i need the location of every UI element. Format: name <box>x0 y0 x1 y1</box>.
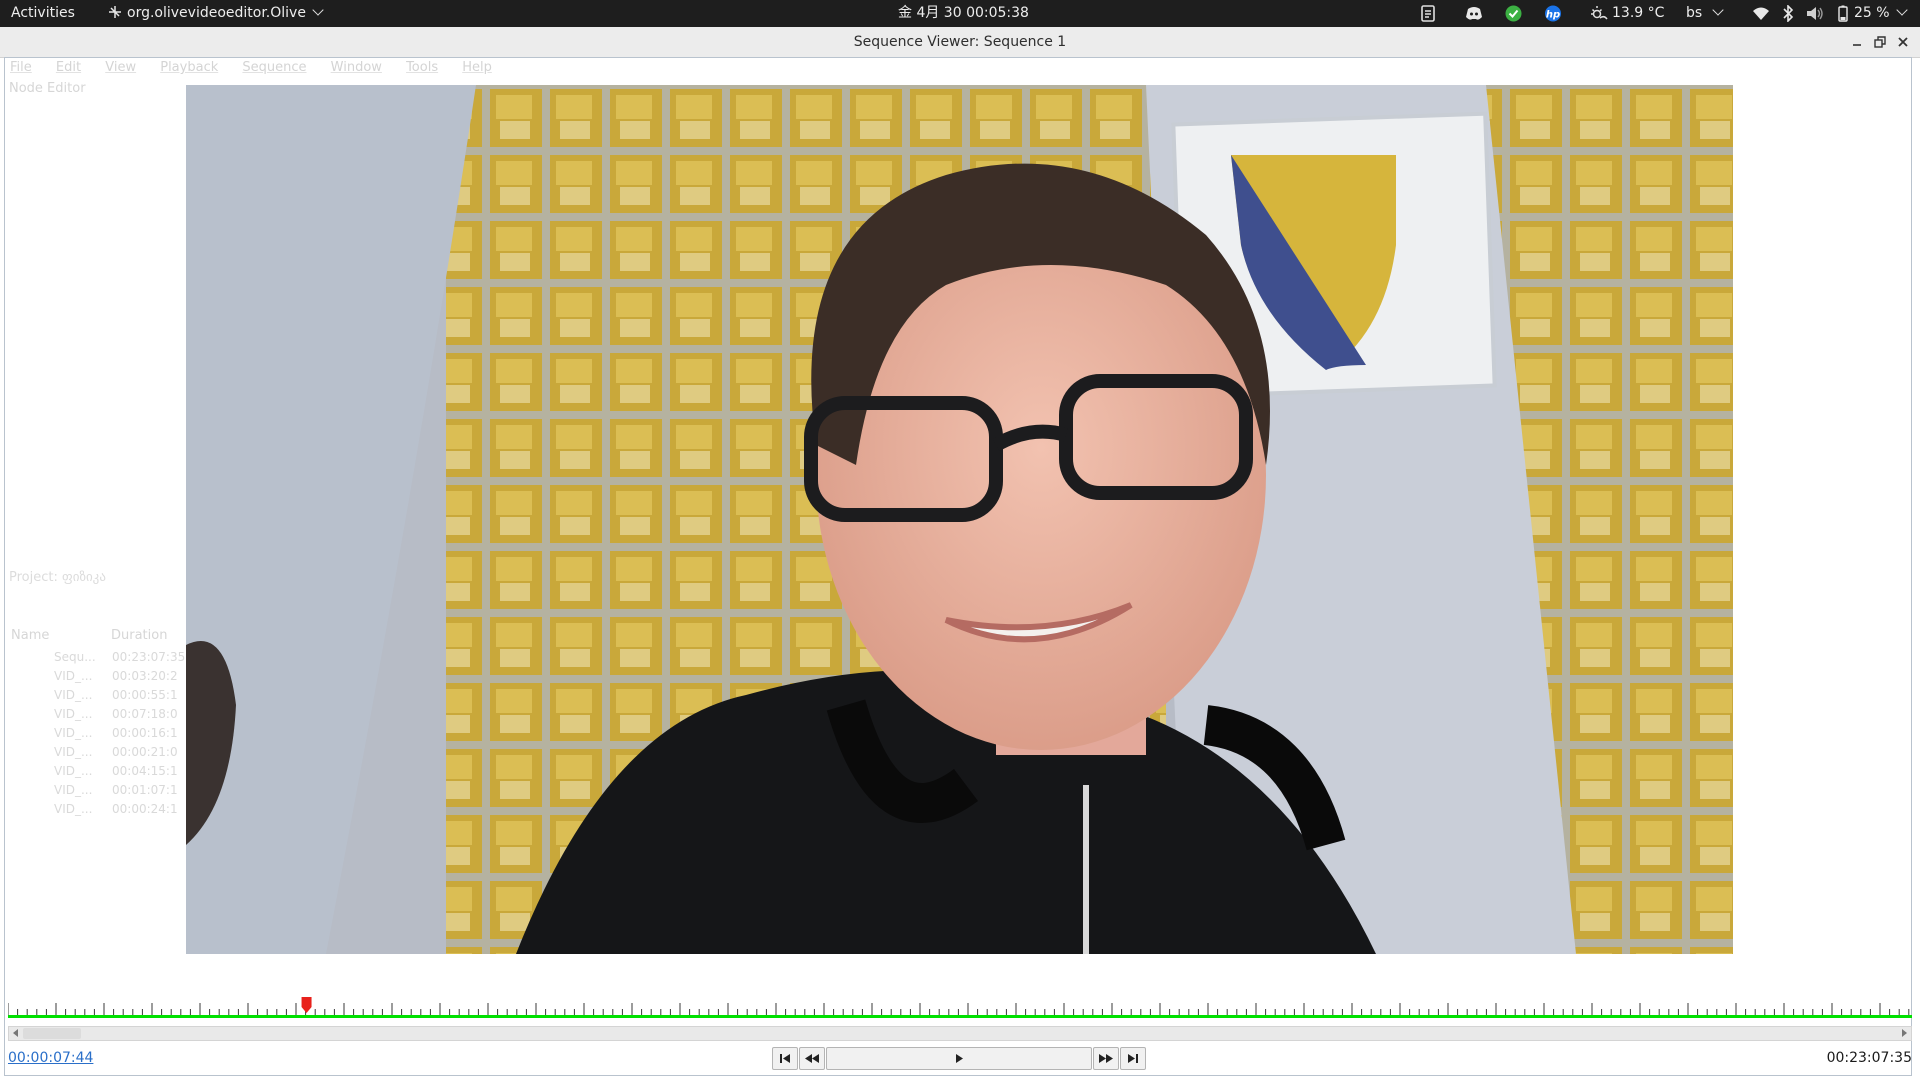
item-duration: 00:01:07:1 <box>112 783 178 797</box>
chevron-down-icon <box>1712 4 1724 16</box>
clock[interactable]: 金 4月 30 00:05:38 <box>898 0 1029 27</box>
play-icon <box>956 1054 963 1063</box>
playhead[interactable] <box>301 997 312 1013</box>
list-item[interactable]: VID_... 00:04:15:1 <box>54 762 185 781</box>
app-menu[interactable]: org.olivevideoeditor.Olive <box>107 0 324 27</box>
item-duration: 00:00:55:1 <box>112 688 178 702</box>
play-button[interactable] <box>826 1047 1092 1070</box>
hp-icon[interactable]: hp <box>1544 5 1562 22</box>
item-name: VID_... <box>54 669 93 683</box>
battery-label: 25 % <box>1854 5 1890 21</box>
list-item[interactable]: VID_... 00:00:24:1 <box>54 800 185 819</box>
node-editor-label: Node Editor <box>9 81 86 96</box>
menu-tools[interactable]: Tools <box>406 60 438 75</box>
item-duration: 00:00:24:1 <box>112 802 178 816</box>
current-timecode[interactable]: 00:00:07:44 <box>8 1050 93 1066</box>
menu-sequence[interactable]: Sequence <box>242 60 306 75</box>
check-icon[interactable] <box>1505 5 1522 22</box>
next-frame-button[interactable] <box>1093 1047 1119 1070</box>
total-duration: 00:23:07:35 <box>1826 1050 1912 1066</box>
volume-icon[interactable] <box>1806 5 1824 22</box>
battery-percent[interactable]: 25 % <box>1854 0 1908 27</box>
keyboard-layout-label: bs <box>1686 5 1703 21</box>
go-to-start-button[interactable] <box>772 1047 798 1070</box>
timeline-ruler[interactable] <box>8 994 1912 1020</box>
item-name: VID_... <box>54 783 93 797</box>
svg-text:hp: hp <box>1546 10 1560 21</box>
item-duration: 00:04:15:1 <box>112 764 178 778</box>
list-item[interactable]: VID_... 00:00:16:1 <box>54 724 185 743</box>
scrollbar-thumb[interactable] <box>23 1028 81 1039</box>
item-name: Sequ... <box>54 650 96 664</box>
wifi-icon[interactable] <box>1752 5 1770 22</box>
minimize-icon[interactable] <box>1848 33 1866 51</box>
item-duration: 00:00:16:1 <box>112 726 178 740</box>
list-item[interactable]: Sequ... 00:23:07:35 <box>54 648 185 667</box>
project-panel-title: Project: ფიზიკა <box>9 570 106 585</box>
chevron-down-icon <box>312 4 324 16</box>
weather-icon[interactable] <box>1590 5 1608 22</box>
tick-marks <box>8 1003 1910 1015</box>
project-columns: Name Duration <box>11 628 167 643</box>
skip-end-icon <box>1128 1054 1138 1063</box>
battery-icon[interactable] <box>1838 5 1848 22</box>
item-duration: 00:03:20:2 <box>112 669 178 683</box>
temperature[interactable]: 13.9 °C <box>1612 0 1664 27</box>
window-title: Sequence Viewer: Sequence 1 <box>853 34 1067 50</box>
cache-bar <box>8 1015 1912 1018</box>
menu-playback[interactable]: Playback <box>160 60 218 75</box>
menu-view[interactable]: View <box>105 60 136 75</box>
item-name: VID_... <box>54 745 93 759</box>
list-item[interactable]: VID_... 00:03:20:2 <box>54 667 185 686</box>
item-name: VID_... <box>54 688 93 702</box>
scroll-left-icon[interactable] <box>13 1029 18 1037</box>
keyboard-layout[interactable]: bs <box>1686 0 1724 27</box>
activities-button[interactable]: Activities <box>11 0 75 27</box>
fast-forward-icon <box>1099 1054 1113 1063</box>
menu-bar: File Edit View Playback Sequence Window … <box>10 60 512 76</box>
list-item[interactable]: VID_... 00:01:07:1 <box>54 781 185 800</box>
list-item[interactable]: VID_... 00:07:18:0 <box>54 705 185 724</box>
notes-icon[interactable] <box>1420 5 1436 22</box>
column-name[interactable]: Name <box>11 628 111 643</box>
item-name: VID_... <box>54 726 93 740</box>
top-bar: Activities org.olivevideoeditor.Olive 金 … <box>0 0 1920 27</box>
menu-edit[interactable]: Edit <box>56 60 81 75</box>
project-list: Sequ... 00:23:07:35 VID_... 00:03:20:2 VID… <box>54 648 185 819</box>
item-name: VID_... <box>54 764 93 778</box>
item-duration: 00:07:18:0 <box>112 707 178 721</box>
close-icon[interactable] <box>1894 33 1912 51</box>
app-name: org.olivevideoeditor.Olive <box>127 5 306 21</box>
menu-help[interactable]: Help <box>462 60 492 75</box>
menu-file[interactable]: File <box>10 60 32 75</box>
app-menu-icon <box>109 6 121 18</box>
list-item[interactable]: VID_... 00:00:21:0 <box>54 743 185 762</box>
timeline-scrollbar[interactable] <box>8 1026 1912 1041</box>
scroll-right-icon[interactable] <box>1902 1029 1907 1037</box>
discord-icon[interactable] <box>1465 5 1483 22</box>
restore-icon[interactable] <box>1871 33 1889 51</box>
item-duration: 00:23:07:35 <box>112 650 186 664</box>
item-duration: 00:00:21:0 <box>112 745 178 759</box>
item-name: VID_... <box>54 707 93 721</box>
menu-window[interactable]: Window <box>331 60 382 75</box>
column-duration[interactable]: Duration <box>111 628 167 643</box>
list-item[interactable]: VID_... 00:00:55:1 <box>54 686 185 705</box>
bluetooth-icon[interactable] <box>1782 5 1794 22</box>
go-to-end-button[interactable] <box>1120 1047 1146 1070</box>
chevron-down-icon <box>1895 4 1908 16</box>
video-frame[interactable] <box>186 85 1733 954</box>
previous-frame-button[interactable] <box>799 1047 825 1070</box>
rewind-icon <box>805 1054 819 1063</box>
window-title-bar[interactable]: Sequence Viewer: Sequence 1 <box>0 27 1920 58</box>
skip-start-icon <box>780 1054 790 1063</box>
item-name: VID_... <box>54 802 93 816</box>
